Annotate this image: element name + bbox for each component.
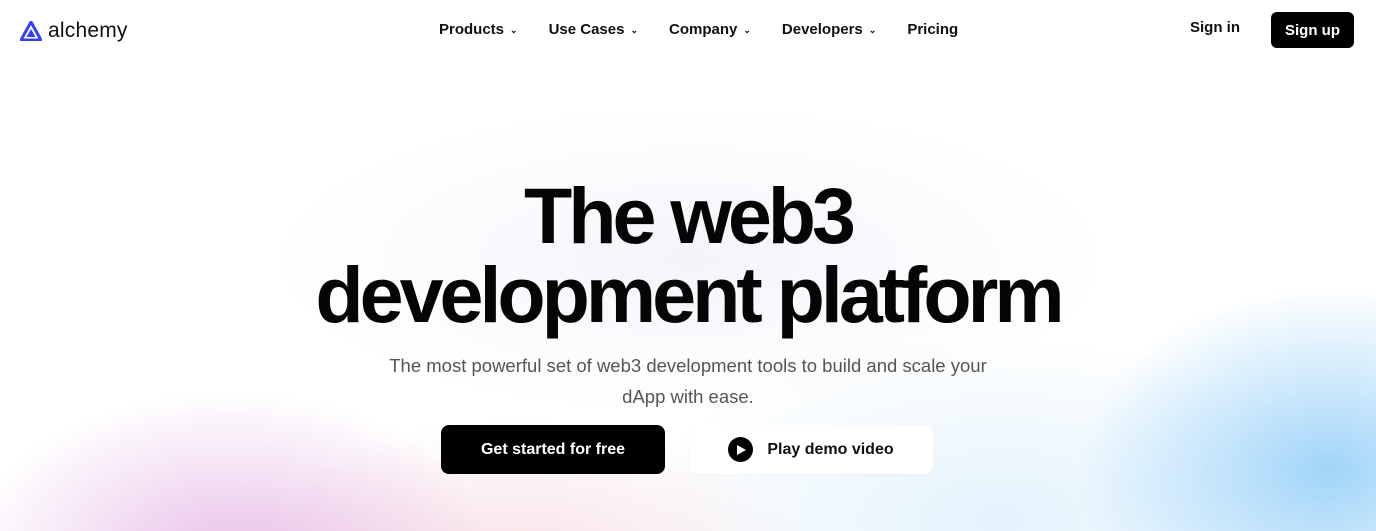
nav-item-pricing[interactable]: Pricing bbox=[907, 21, 958, 38]
hero-subtitle: The most powerful set of web3 developmen… bbox=[389, 355, 987, 407]
get-started-button[interactable]: Get started for free bbox=[441, 425, 665, 474]
nav-item-label: Use Cases bbox=[548, 20, 625, 38]
play-icon bbox=[728, 437, 754, 462]
sign-in-link[interactable]: Sign in bbox=[1190, 19, 1240, 36]
chevron-down-icon: ⌄ bbox=[743, 24, 751, 35]
nav-item-developers[interactable]: Developers ⌄ bbox=[782, 21, 876, 38]
nav-item-use-cases[interactable]: Use Cases ⌄ bbox=[549, 21, 638, 38]
hero-headline: The web3 development platform bbox=[0, 176, 1376, 334]
nav-item-label: Pricing bbox=[907, 20, 959, 38]
chevron-down-icon: ⌄ bbox=[868, 24, 877, 35]
play-demo-video-label: Play demo video bbox=[767, 440, 894, 458]
nav-item-products[interactable]: Products ⌄ bbox=[439, 21, 518, 38]
site-header: alchemy Products ⌄ Use Cases ⌄ Company ⌄… bbox=[0, 0, 1376, 62]
main-nav: Products ⌄ Use Cases ⌄ Company ⌄ Develop… bbox=[439, 18, 958, 40]
nav-item-label: Developers bbox=[781, 20, 863, 38]
brand-name: alchemy bbox=[48, 19, 128, 42]
headline-line-1: The web3 bbox=[524, 171, 856, 260]
chevron-down-icon: ⌄ bbox=[630, 24, 638, 35]
alchemy-triangle-icon bbox=[20, 21, 42, 41]
nav-item-label: Company bbox=[669, 20, 738, 38]
brand-logo[interactable]: alchemy bbox=[20, 17, 128, 45]
play-demo-video-button[interactable]: Play demo video bbox=[689, 425, 933, 474]
headline-line-2: development platform bbox=[315, 250, 1064, 339]
nav-item-label: Products bbox=[439, 20, 505, 38]
nav-item-company[interactable]: Company ⌄ bbox=[669, 21, 751, 38]
sign-up-button[interactable]: Sign up bbox=[1271, 12, 1354, 48]
chevron-down-icon: ⌄ bbox=[510, 24, 518, 35]
